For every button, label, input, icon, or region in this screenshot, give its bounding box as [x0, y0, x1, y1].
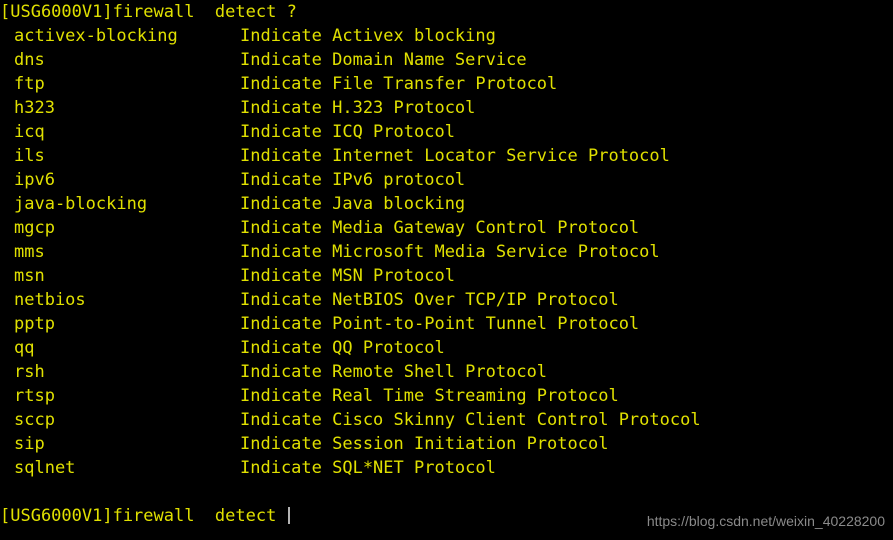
help-keyword: pptp — [14, 314, 55, 334]
help-keyword-list: activex-blocking Indicate Activex blockin… — [0, 24, 893, 480]
help-list-item: ils Indicate Internet Locator Service Pro… — [0, 144, 893, 168]
help-keyword: ipv6 — [14, 170, 55, 190]
help-list-item: icq Indicate ICQ Protocol — [0, 120, 893, 144]
help-list-item: msn Indicate MSN Protocol — [0, 264, 893, 288]
help-keyword: sccp — [14, 410, 55, 430]
help-description: Indicate Cisco Skinny Client Control Pro… — [240, 410, 701, 430]
help-keyword: dns — [14, 50, 45, 70]
help-keyword: sqlnet — [14, 458, 76, 478]
help-list-item: rsh Indicate Remote Shell Protocol — [0, 360, 893, 384]
help-keyword: java-blocking — [14, 194, 148, 214]
text-cursor-bar — [287, 507, 290, 524]
help-keyword: ils — [14, 146, 45, 166]
help-keyword: netbios — [14, 290, 86, 310]
terminal-window[interactable]: [USG6000V1]firewall detect ? activex-blo… — [0, 0, 893, 540]
help-keyword: rtsp — [14, 386, 55, 406]
help-list-item: sqlnet Indicate SQL*NET Protocol — [0, 456, 893, 480]
help-keyword: ftp — [14, 74, 45, 94]
help-description: Indicate SQL*NET Protocol — [240, 458, 496, 478]
terminal-output: [USG6000V1]firewall detect ? activex-blo… — [0, 0, 893, 528]
help-keyword: icq — [14, 122, 45, 142]
help-description: Indicate H.323 Protocol — [240, 98, 476, 118]
help-list-item: netbios Indicate NetBIOS Over TCP/IP Prot… — [0, 288, 893, 312]
help-description: Indicate Session Initiation Protocol — [240, 434, 609, 454]
help-description: Indicate Domain Name Service — [240, 50, 527, 70]
help-list-item: ftp Indicate File Transfer Protocol — [0, 72, 893, 96]
active-prompt-text: [USG6000V1]firewall detect — [0, 506, 287, 526]
help-description: Indicate File Transfer Protocol — [240, 74, 558, 94]
help-description: Indicate Activex blocking — [240, 26, 496, 46]
help-keyword: rsh — [14, 362, 45, 382]
help-keyword: activex-blocking — [14, 26, 178, 46]
help-list-item: ipv6 Indicate IPv6 protocol — [0, 168, 893, 192]
help-list-item: java-blocking Indicate Java blocking — [0, 192, 893, 216]
help-description: Indicate MSN Protocol — [240, 266, 455, 286]
help-keyword: sip — [14, 434, 45, 454]
help-list-item: sip Indicate Session Initiation Protocol — [0, 432, 893, 456]
help-list-item: sccp Indicate Cisco Skinny Client Control… — [0, 408, 893, 432]
help-list-item: mgcp Indicate Media Gateway Control Proto… — [0, 216, 893, 240]
help-description: Indicate Internet Locator Service Protoc… — [240, 146, 670, 166]
help-keyword: qq — [14, 338, 35, 358]
help-list-item: dns Indicate Domain Name Service — [0, 48, 893, 72]
help-description: Indicate Java blocking — [240, 194, 466, 214]
help-description: Indicate IPv6 protocol — [240, 170, 466, 190]
watermark-url: https://blog.csdn.net/weixin_40228200 — [646, 513, 885, 529]
help-keyword: msn — [14, 266, 45, 286]
help-list-item: h323 Indicate H.323 Protocol — [0, 96, 893, 120]
help-keyword: mgcp — [14, 218, 55, 238]
help-description: Indicate Point-to-Point Tunnel Protocol — [240, 314, 640, 334]
help-list-item: rtsp Indicate Real Time Streaming Protoco… — [0, 384, 893, 408]
help-description: Indicate Microsoft Media Service Protoco… — [240, 242, 660, 262]
help-description: Indicate Remote Shell Protocol — [240, 362, 548, 382]
help-keyword: h323 — [14, 98, 55, 118]
command-line-entered: [USG6000V1]firewall detect ? — [0, 2, 297, 22]
help-list-item: pptp Indicate Point-to-Point Tunnel Proto… — [0, 312, 893, 336]
help-description: Indicate Real Time Streaming Protocol — [240, 386, 619, 406]
help-list-item: qq Indicate QQ Protocol — [0, 336, 893, 360]
help-keyword: mms — [14, 242, 45, 262]
help-list-item: activex-blocking Indicate Activex blockin… — [0, 24, 893, 48]
help-description: Indicate Media Gateway Control Protocol — [240, 218, 640, 238]
help-description: Indicate NetBIOS Over TCP/IP Protocol — [240, 290, 619, 310]
help-description: Indicate ICQ Protocol — [240, 122, 455, 142]
help-description: Indicate QQ Protocol — [240, 338, 445, 358]
help-list-item: mms Indicate Microsoft Media Service Prot… — [0, 240, 893, 264]
